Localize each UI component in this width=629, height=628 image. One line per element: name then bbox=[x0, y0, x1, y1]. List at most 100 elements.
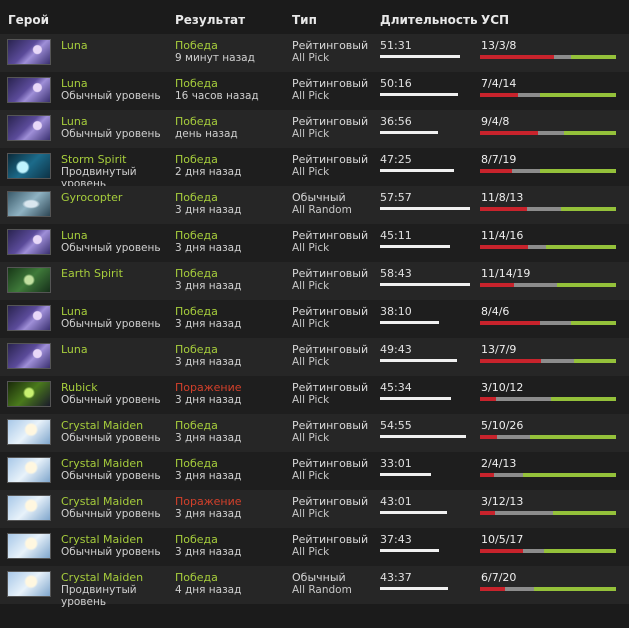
match-row[interactable]: Luna Обычный уровень Победа 3 дня назад Рейт… bbox=[0, 300, 629, 338]
kda-score: 9/4/8 bbox=[481, 115, 510, 128]
assists-segment bbox=[573, 359, 616, 363]
gyrocopter-portrait-icon[interactable] bbox=[7, 191, 51, 217]
hero-name[interactable]: Crystal Maiden bbox=[61, 419, 143, 432]
deaths-segment bbox=[540, 359, 574, 363]
hero-name[interactable]: Luna bbox=[61, 77, 88, 90]
deaths-segment bbox=[514, 283, 558, 287]
crystal-maiden-portrait-icon[interactable] bbox=[7, 533, 51, 559]
hero-name[interactable]: Crystal Maiden bbox=[61, 457, 143, 470]
match-result[interactable]: Победа bbox=[175, 343, 218, 356]
match-row[interactable]: Crystal Maiden Продвинутый уровень Победа 4… bbox=[0, 566, 629, 608]
match-row[interactable]: Gyrocopter Победа 3 дня назад Обычный All Ra… bbox=[0, 186, 629, 224]
skill-level: Продвинутый уровень bbox=[61, 584, 137, 608]
match-time: 3 дня назад bbox=[175, 242, 242, 254]
hero-name[interactable]: Luna bbox=[61, 115, 88, 128]
hero-name[interactable]: Gyrocopter bbox=[61, 191, 122, 204]
match-row[interactable]: Luna Обычный уровень Победа день назад Рейти… bbox=[0, 110, 629, 148]
match-result[interactable]: Победа bbox=[175, 419, 218, 432]
match-result[interactable]: Победа bbox=[175, 229, 218, 242]
deaths-segment bbox=[496, 397, 551, 401]
kda-score: 11/14/19 bbox=[481, 267, 531, 280]
game-mode: All Pick bbox=[292, 52, 330, 64]
hero-name[interactable]: Luna bbox=[61, 39, 88, 52]
match-result[interactable]: Победа bbox=[175, 191, 218, 204]
hero-name[interactable]: Earth Spirit bbox=[61, 267, 123, 280]
match-row[interactable]: Rubick Обычный уровень Поражение 3 дня наза… bbox=[0, 376, 629, 414]
luna-portrait-icon[interactable] bbox=[7, 343, 51, 369]
luna-portrait-icon[interactable] bbox=[7, 305, 51, 331]
kda-bar bbox=[480, 511, 616, 515]
match-type: Рейтинговый bbox=[292, 305, 369, 318]
match-row[interactable]: Luna Обычный уровень Победа 3 дня назад Рейт… bbox=[0, 224, 629, 262]
duration-bar bbox=[380, 55, 461, 58]
rubick-portrait-icon[interactable] bbox=[7, 381, 51, 407]
match-result[interactable]: Победа bbox=[175, 77, 218, 90]
kda-score: 7/4/14 bbox=[481, 77, 517, 90]
match-row[interactable]: Luna Победа 9 минут назад Рейтинговый All Pi… bbox=[0, 34, 629, 72]
match-result[interactable]: Победа bbox=[175, 305, 218, 318]
match-row[interactable]: Crystal Maiden Обычный уровень Победа 3 дня… bbox=[0, 414, 629, 452]
storm-spirit-portrait-icon[interactable] bbox=[7, 153, 51, 179]
match-row[interactable]: Crystal Maiden Обычный уровень Победа 3 дня… bbox=[0, 452, 629, 490]
kills-segment bbox=[480, 245, 529, 249]
crystal-maiden-portrait-icon[interactable] bbox=[7, 419, 51, 445]
game-mode: All Pick bbox=[292, 508, 330, 520]
match-result[interactable]: Победа bbox=[175, 115, 218, 128]
earth-spirit-portrait-icon[interactable] bbox=[7, 267, 51, 293]
match-row[interactable]: Storm Spirit Продвинутый уровень Победа 2 д… bbox=[0, 148, 629, 190]
kda-bar bbox=[480, 359, 616, 363]
luna-portrait-icon[interactable] bbox=[7, 39, 51, 65]
assists-segment bbox=[539, 93, 616, 97]
match-time: 3 дня назад bbox=[175, 432, 242, 444]
assists-segment bbox=[540, 169, 616, 173]
match-row[interactable]: Crystal Maiden Обычный уровень Поражение 3 … bbox=[0, 490, 629, 528]
hero-name[interactable]: Crystal Maiden bbox=[61, 571, 143, 584]
match-result[interactable]: Победа bbox=[175, 267, 218, 280]
match-result[interactable]: Поражение bbox=[175, 381, 242, 394]
hero-name[interactable]: Luna bbox=[61, 343, 88, 356]
hero-name[interactable]: Storm Spirit bbox=[61, 153, 126, 166]
match-duration: 58:43 bbox=[380, 267, 412, 280]
crystal-maiden-portrait-icon[interactable] bbox=[7, 571, 51, 597]
match-result[interactable]: Победа bbox=[175, 533, 218, 546]
luna-portrait-icon[interactable] bbox=[7, 229, 51, 255]
luna-portrait-icon[interactable] bbox=[7, 115, 51, 141]
skill-level: Обычный уровень bbox=[61, 128, 161, 140]
game-mode: All Random bbox=[292, 204, 352, 216]
hero-name[interactable]: Rubick bbox=[61, 381, 98, 394]
match-result[interactable]: Поражение bbox=[175, 495, 242, 508]
crystal-maiden-portrait-icon[interactable] bbox=[7, 495, 51, 521]
duration-bar bbox=[380, 473, 432, 476]
match-type: Рейтинговый bbox=[292, 39, 369, 52]
match-time: 2 дня назад bbox=[175, 166, 242, 178]
hero-name[interactable]: Luna bbox=[61, 305, 88, 318]
match-result[interactable]: Победа bbox=[175, 571, 218, 584]
match-row[interactable]: Luna Обычный уровень Победа 16 часов назад Р… bbox=[0, 72, 629, 110]
hero-name[interactable]: Crystal Maiden bbox=[61, 533, 143, 546]
crystal-maiden-portrait-icon[interactable] bbox=[7, 457, 51, 483]
match-result[interactable]: Победа bbox=[175, 153, 218, 166]
table-body: Luna Победа 9 минут назад Рейтинговый All Pi… bbox=[0, 34, 629, 608]
hero-name[interactable]: Luna bbox=[61, 229, 88, 242]
header-kda[interactable]: УСП bbox=[481, 13, 509, 27]
deaths-segment bbox=[538, 131, 565, 135]
match-row[interactable]: Crystal Maiden Обычный уровень Победа 3 дня… bbox=[0, 528, 629, 566]
kills-segment bbox=[480, 283, 514, 287]
match-row[interactable]: Earth Spirit Победа 3 дня назад Рейтинговый… bbox=[0, 262, 629, 300]
match-time: 3 дня назад bbox=[175, 394, 242, 406]
match-result[interactable]: Победа bbox=[175, 39, 218, 52]
match-result[interactable]: Победа bbox=[175, 457, 218, 470]
match-time: 4 дня назад bbox=[175, 584, 242, 596]
match-time: 3 дня назад bbox=[175, 280, 242, 292]
match-row[interactable]: Luna Победа 3 дня назад Рейтинговый All Pick… bbox=[0, 338, 629, 376]
kills-segment bbox=[480, 397, 497, 401]
duration-bar-track bbox=[380, 397, 470, 401]
kda-bar bbox=[480, 55, 616, 59]
header-result[interactable]: Результат bbox=[175, 13, 245, 27]
header-type[interactable]: Тип bbox=[292, 13, 317, 27]
header-duration[interactable]: Длительность bbox=[380, 13, 478, 27]
header-hero[interactable]: Герой bbox=[8, 13, 49, 27]
kills-segment bbox=[480, 359, 541, 363]
hero-name[interactable]: Crystal Maiden bbox=[61, 495, 143, 508]
luna-portrait-icon[interactable] bbox=[7, 77, 51, 103]
